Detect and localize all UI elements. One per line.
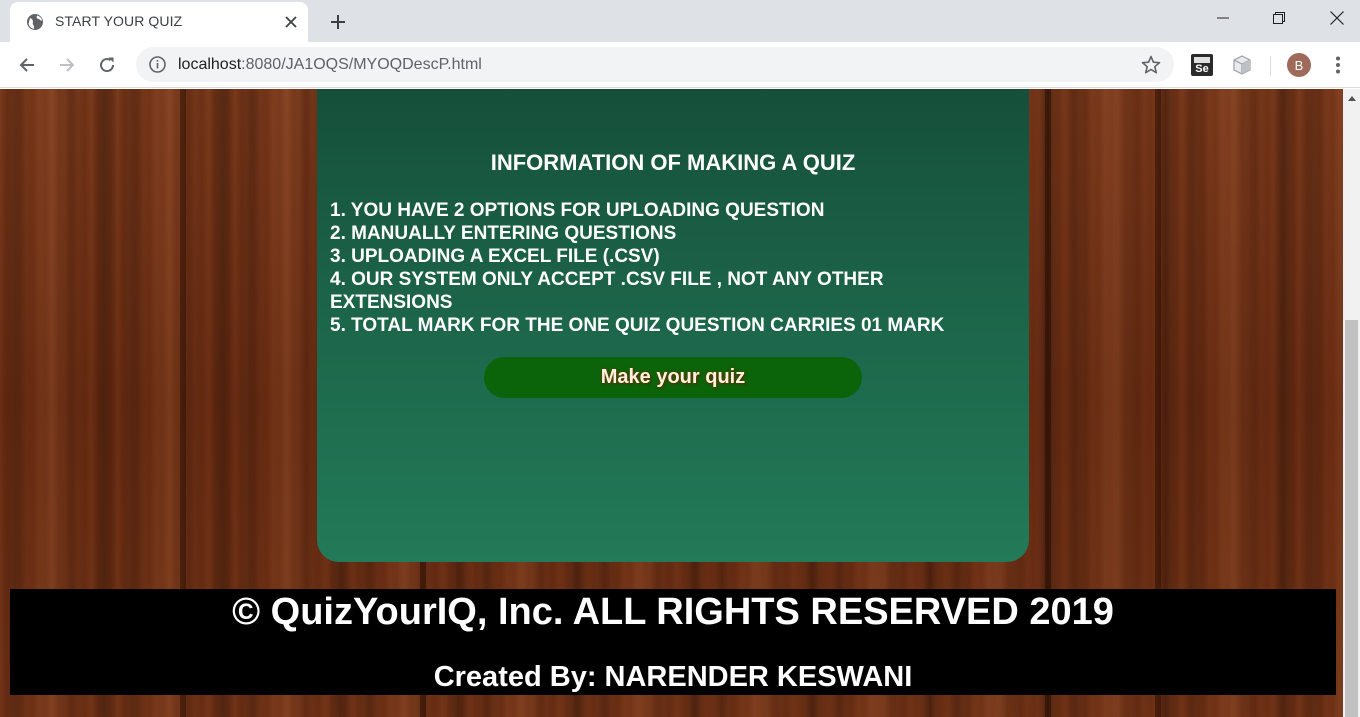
info-item: 5. TOTAL MARK FOR THE ONE QUIZ QUESTION … — [330, 315, 945, 336]
footer-copyright: © QuizYourIQ, Inc. ALL RIGHTS RESERVED 2… — [232, 591, 1114, 633]
footer-created-by: Created By: NARENDER KESWANI — [433, 661, 913, 693]
cube-extension-icon[interactable] — [1231, 54, 1253, 76]
info-icon[interactable] — [148, 55, 167, 74]
browser-tab[interactable]: START YOUR QUIZ — [10, 2, 308, 42]
scrollbar-thumb[interactable] — [1345, 320, 1358, 717]
close-window-icon[interactable] — [1308, 0, 1360, 36]
minimize-icon[interactable] — [1194, 0, 1252, 36]
tab-title: START YOUR QUIZ — [55, 13, 183, 29]
tab-strip: START YOUR QUIZ — [0, 0, 1360, 42]
info-list: 1. YOU HAVE 2 OPTIONS FOR UPLOADING QUES… — [330, 199, 1010, 337]
card-title: INFORMATION OF MAKING A QUIZ — [490, 150, 856, 175]
scroll-up-arrow-icon[interactable] — [1343, 89, 1360, 106]
toolbar-divider — [1270, 56, 1271, 76]
kebab-menu-icon[interactable] — [1326, 52, 1350, 78]
browser-toolbar: localhost:8080/JA1OQS/MYOQDescP.html Se … — [0, 42, 1360, 88]
vertical-scrollbar[interactable] — [1343, 89, 1360, 717]
url-path: :8080/JA1OQS/MYOQDescP.html — [241, 56, 482, 73]
bookmark-star-icon[interactable] — [1140, 54, 1162, 76]
footer: © QuizYourIQ, Inc. ALL RIGHTS RESERVED 2… — [10, 589, 1336, 695]
info-item: 4. OUR SYSTEM ONLY ACCEPT .CSV FILE , NO… — [330, 269, 884, 313]
new-tab-plus-icon[interactable] — [324, 8, 352, 36]
url-text[interactable]: localhost:8080/JA1OQS/MYOQDescP.html — [178, 56, 482, 74]
selenium-extension-icon[interactable]: Se — [1191, 54, 1213, 76]
url-host: localhost — [178, 56, 242, 73]
info-item: 3. UPLOADING A EXCEL FILE (.CSV) — [330, 246, 660, 267]
info-item: 1. YOU HAVE 2 OPTIONS FOR UPLOADING QUES… — [330, 200, 825, 221]
forward-arrow-icon[interactable] — [52, 50, 82, 80]
address-bar[interactable]: localhost:8080/JA1OQS/MYOQDescP.html — [136, 47, 1174, 82]
reload-icon[interactable] — [92, 50, 122, 80]
back-arrow-icon[interactable] — [12, 50, 42, 80]
info-card: INFORMATION OF MAKING A QUIZ 1. YOU HAVE… — [317, 89, 1029, 562]
close-tab-icon[interactable] — [280, 11, 302, 33]
globe-icon — [27, 14, 43, 30]
restore-icon[interactable] — [1250, 0, 1308, 36]
page-viewport: INFORMATION OF MAKING A QUIZ 1. YOU HAVE… — [0, 89, 1343, 717]
info-item: 2. MANUALLY ENTERING QUESTIONS — [330, 223, 677, 244]
make-your-quiz-button[interactable]: Make your quiz — [484, 357, 862, 398]
profile-avatar[interactable]: B — [1287, 53, 1311, 77]
